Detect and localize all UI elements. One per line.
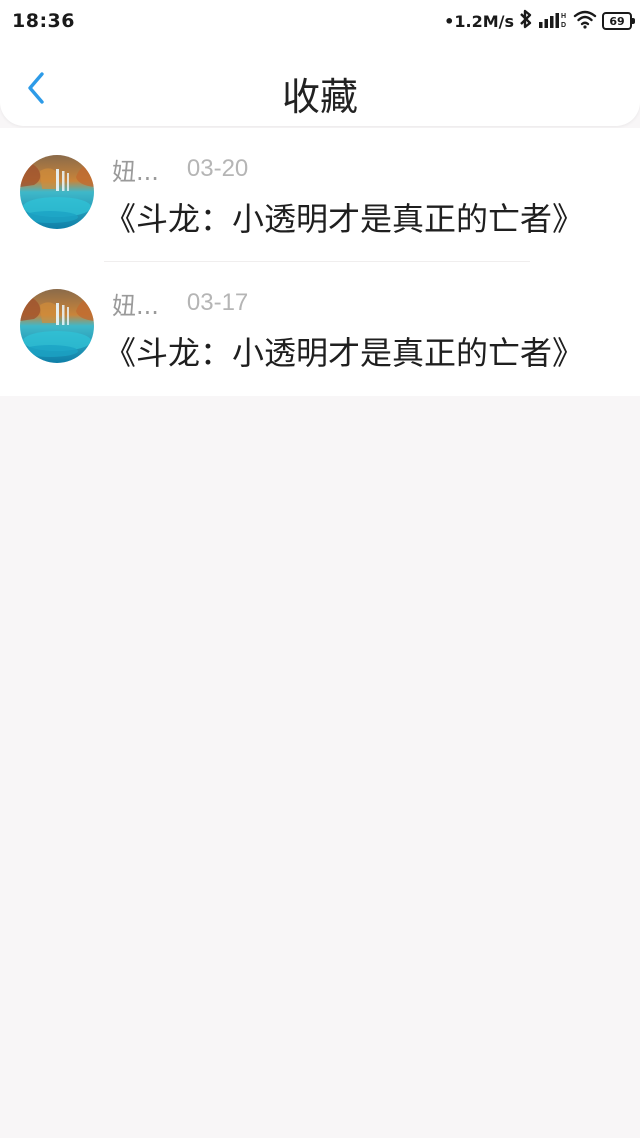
app-header: 18:36 •1.2M/s H D 69 收藏 xyxy=(0,0,640,126)
status-bar: 18:36 •1.2M/s H D 69 xyxy=(0,0,640,42)
battery-icon: 69 xyxy=(602,12,635,30)
avatar xyxy=(20,155,94,229)
status-indicators: •1.2M/s H D 69 xyxy=(444,9,635,33)
item-date: 03-20 xyxy=(186,155,249,182)
favorites-list: 妞... 03-20 《斗龙：小透明才是真正的亡者》 妞... 03-17 《斗… xyxy=(0,128,640,396)
favorite-item[interactable]: 妞... 03-17 《斗龙：小透明才是真正的亡者》 xyxy=(0,262,640,396)
nav-bar: 收藏 xyxy=(0,52,640,126)
network-speed: •1.2M/s xyxy=(444,11,514,31)
signal-icon: H D xyxy=(538,9,568,33)
favorite-item[interactable]: 妞... 03-20 《斗龙：小透明才是真正的亡者》 xyxy=(0,128,640,262)
item-meta: 妞... 03-17 xyxy=(112,286,248,320)
item-title: 《斗龙：小透明才是真正的亡者》 xyxy=(104,334,585,372)
author-name: 妞... xyxy=(112,157,159,186)
item-title: 《斗龙：小透明才是真正的亡者》 xyxy=(104,200,585,238)
svg-text:H: H xyxy=(561,13,566,20)
svg-text:D: D xyxy=(561,22,566,29)
status-time: 18:36 xyxy=(12,10,75,32)
bluetooth-icon xyxy=(519,9,533,33)
page-title: 收藏 xyxy=(281,75,358,119)
wifi-icon xyxy=(573,9,597,33)
item-meta: 妞... 03-20 xyxy=(112,152,248,186)
author-name: 妞... xyxy=(112,291,159,320)
avatar xyxy=(20,289,94,363)
battery-level: 69 xyxy=(609,14,625,28)
item-date: 03-17 xyxy=(186,289,249,316)
